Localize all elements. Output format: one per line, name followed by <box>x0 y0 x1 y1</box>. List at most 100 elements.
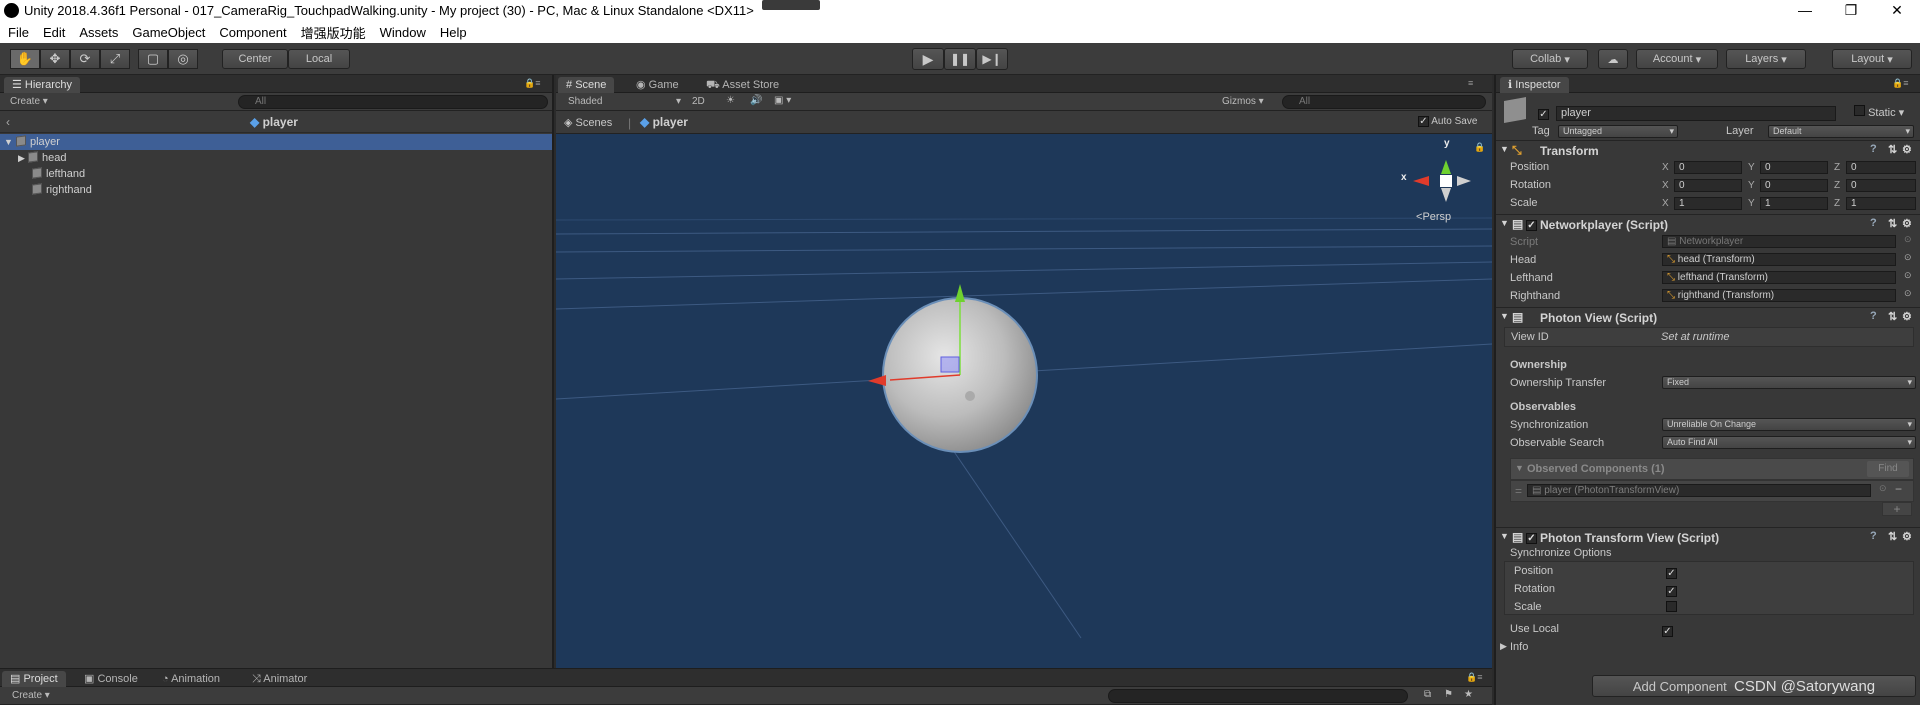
hierarchy-item-lefthand[interactable]: lefthand <box>0 166 552 182</box>
pivot-local-button[interactable]: Local <box>288 49 350 69</box>
back-arrow-icon[interactable]: ‹ <box>6 115 10 129</box>
help-icon[interactable]: ? <box>1870 530 1877 542</box>
layers-button[interactable]: Layers ▾ <box>1726 49 1806 69</box>
sync-rotation-checkbox[interactable]: ✓ <box>1666 583 1677 597</box>
gizmo-plane-handle[interactable] <box>940 356 960 373</box>
step-button[interactable]: ▶❙ <box>976 48 1008 70</box>
object-picker-icon[interactable]: ⊙ <box>1879 483 1887 494</box>
sync-scale-checkbox[interactable] <box>1666 601 1677 615</box>
account-button[interactable]: Account ▾ <box>1636 49 1718 69</box>
audio-icon[interactable]: 🔊 <box>750 95 762 106</box>
photon-transform-view-header[interactable]: ▼ ▤ ✓ Photon Transform View (Script) ? ⇅… <box>1496 527 1920 546</box>
gizmo-x-arrow-icon[interactable] <box>868 375 886 386</box>
sync-position-checkbox[interactable]: ✓ <box>1666 565 1677 579</box>
hierarchy-item-righthand[interactable]: righthand <box>0 182 552 198</box>
gizmo-center[interactable] <box>965 391 975 401</box>
mode-2d-toggle[interactable]: 2D <box>692 96 705 107</box>
filter-label-icon[interactable]: ⚑ <box>1444 689 1453 700</box>
scale-y-field[interactable]: 1 <box>1760 197 1828 210</box>
help-icon[interactable]: ? <box>1870 143 1877 155</box>
hand-tool-icon[interactable]: ✋ <box>10 49 40 69</box>
scene-viewport[interactable]: y x 🔒 <Persp <box>556 134 1492 668</box>
settings-icon[interactable]: ⇅ <box>1888 530 1897 543</box>
menu-help[interactable]: Help <box>440 25 467 40</box>
lefthand-field[interactable]: ⤡ lefthand (Transform) <box>1662 271 1896 284</box>
close-button[interactable]: ✕ <box>1874 0 1920 22</box>
enabled-checkbox[interactable]: ✓ <box>1526 217 1537 231</box>
tab-asset-store[interactable]: ⛟ Asset Store <box>698 77 787 93</box>
pause-button[interactable]: ❚❚ <box>944 48 976 70</box>
gear-icon[interactable]: ⚙ <box>1902 143 1912 156</box>
gizmos-dropdown[interactable]: Gizmos ▾ <box>1222 96 1264 107</box>
position-x-field[interactable]: 0 <box>1674 161 1742 174</box>
gear-icon[interactable]: ⚙ <box>1902 217 1912 230</box>
networkplayer-header[interactable]: ▼ ▤ ✓ Networkplayer (Script) ? ⇅ ⚙ <box>1496 214 1920 233</box>
use-local-checkbox[interactable]: ✓ <box>1662 623 1673 637</box>
foldout-arrow-icon[interactable]: ▼ <box>1500 531 1509 541</box>
help-icon[interactable]: ? <box>1870 310 1877 322</box>
tab-animation[interactable]: ◔ Animation <box>154 671 228 687</box>
viewport-lock-icon[interactable]: 🔒 <box>1474 142 1485 153</box>
ownership-transfer-dropdown[interactable]: Fixed <box>1662 376 1916 389</box>
rect-tool-icon[interactable]: ▢ <box>138 49 168 69</box>
info-foldout-icon[interactable]: ▶ <box>1500 641 1507 652</box>
synchronization-dropdown[interactable]: Unreliable On Change <box>1662 418 1916 431</box>
hierarchy-search-input[interactable]: All <box>238 95 548 109</box>
object-picker-icon[interactable]: ⊙ <box>1904 234 1912 245</box>
scenes-breadcrumb[interactable]: ◈ Scenes <box>564 116 612 129</box>
tab-project[interactable]: ▤ Project <box>2 671 66 687</box>
persp-toggle[interactable]: <Persp <box>1416 211 1451 223</box>
object-picker-icon[interactable]: ⊙ <box>1904 288 1912 299</box>
tab-scene[interactable]: # Scene <box>558 77 615 93</box>
position-z-field[interactable]: 0 <box>1846 161 1916 174</box>
settings-icon[interactable]: ⇅ <box>1888 143 1897 156</box>
collab-button[interactable]: Collab ▾ <box>1512 49 1588 69</box>
hierarchy-item-player[interactable]: ▼ player <box>0 134 552 150</box>
scale-x-field[interactable]: 1 <box>1674 197 1742 210</box>
layer-dropdown[interactable]: Default <box>1768 125 1914 138</box>
shading-dropdown[interactable]: Shaded <box>568 96 602 107</box>
observed-components-header[interactable]: ▼ Observed Components (1) Find <box>1510 458 1914 480</box>
hierarchy-create-dropdown[interactable]: Create ▾ <box>10 96 48 107</box>
bottom-lock-icon[interactable]: 🔒≡ <box>1466 672 1482 683</box>
static-toggle[interactable]: Static ▾ <box>1854 105 1904 119</box>
minimize-button[interactable]: — <box>1782 0 1828 22</box>
effects-icon[interactable]: ▣ ▾ <box>774 95 791 106</box>
menu-file[interactable]: File <box>8 25 29 40</box>
tab-animator[interactable]: ⤨ Animator <box>244 671 315 687</box>
menu-gameobject[interactable]: GameObject <box>132 25 205 40</box>
favorite-icon[interactable]: ★ <box>1464 689 1473 700</box>
observed-item-field[interactable]: ▤ player (PhotonTransformView) <box>1527 484 1871 497</box>
position-y-field[interactable]: 0 <box>1760 161 1828 174</box>
expand-arrow-icon[interactable]: ▼ <box>4 137 13 147</box>
move-tool-icon[interactable]: ✥ <box>40 49 70 69</box>
gear-icon[interactable]: ⚙ <box>1902 530 1912 543</box>
object-picker-icon[interactable]: ⊙ <box>1904 252 1912 263</box>
menu-enhanced[interactable]: 增强版功能 <box>301 23 366 42</box>
scale-z-field[interactable]: 1 <box>1846 197 1916 210</box>
lock-icon[interactable]: 🔒≡ <box>524 78 540 89</box>
rotate-tool-icon[interactable]: ⟳ <box>70 49 100 69</box>
foldout-arrow-icon[interactable]: ▼ <box>1500 144 1509 154</box>
lighting-icon[interactable]: ☀ <box>726 95 735 106</box>
scene-search-input[interactable]: All <box>1282 95 1486 109</box>
tab-hierarchy[interactable]: ☰ Hierarchy <box>4 77 80 93</box>
gizmo-negx-cone-icon[interactable] <box>1457 176 1471 186</box>
find-button[interactable]: Find <box>1867 461 1909 477</box>
tab-game[interactable]: ◉ Game <box>628 77 687 93</box>
drag-handle-icon[interactable]: = <box>1515 484 1522 498</box>
tag-dropdown[interactable]: Untagged <box>1558 125 1678 138</box>
filter-type-icon[interactable]: ⧉ <box>1424 689 1431 700</box>
add-item-button[interactable]: + <box>1882 502 1912 516</box>
tab-console[interactable]: ▣ Console <box>76 671 146 687</box>
tab-inspector[interactable]: ℹ Inspector <box>1500 77 1569 93</box>
settings-icon[interactable]: ⇅ <box>1888 217 1897 230</box>
head-field[interactable]: ⤡ head (Transform) <box>1662 253 1896 266</box>
maximize-button[interactable]: ❐ <box>1828 0 1874 22</box>
transform-header[interactable]: ▼ ⤡ Transform ? ⇅ ⚙ <box>1496 140 1920 159</box>
menu-edit[interactable]: Edit <box>43 25 65 40</box>
panel-menu-icon[interactable]: ≡ <box>1468 78 1473 88</box>
play-button[interactable]: ▶ <box>912 48 944 70</box>
hierarchy-item-head[interactable]: ▶ head <box>0 150 552 166</box>
help-icon[interactable]: ? <box>1870 217 1877 229</box>
